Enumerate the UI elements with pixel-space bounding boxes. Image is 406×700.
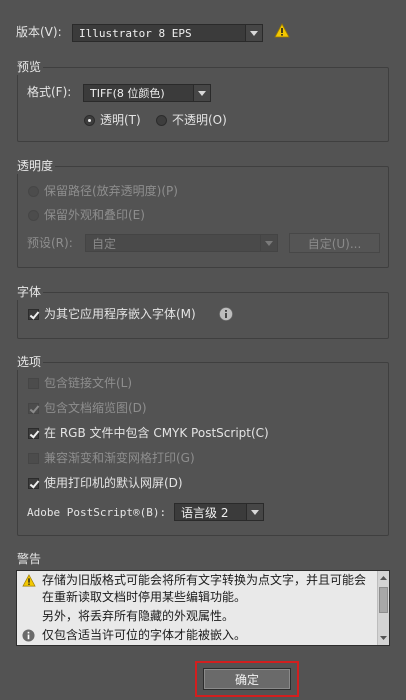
preserve-appearance-radio[interactable]: [28, 210, 39, 221]
include-thumbnails-checkbox[interactable]: [28, 403, 39, 414]
preserve-appearance-label[interactable]: 保留外观和叠印(E): [44, 207, 145, 223]
warning-line: 仅包含适当许可位的字体才能被嵌入。: [42, 628, 247, 642]
include-cmyk-label[interactable]: 在 RGB 文件中包含 CMYK PostScript(C): [44, 425, 269, 441]
embed-fonts-checkbox[interactable]: [28, 309, 39, 320]
warnings-box: 存储为旧版格式可能会将所有文字转换为点文字，并且可能会 在重新读取文档时停用某些…: [16, 570, 390, 646]
preset-label: 预设(R):: [27, 236, 73, 250]
scrollbar-thumb[interactable]: [379, 587, 388, 613]
opaque-radio[interactable]: [156, 115, 167, 126]
warning-triangle-icon: [22, 574, 36, 587]
chevron-down-icon: [245, 25, 262, 41]
preset-select-value: 自定: [92, 236, 117, 251]
preset-select[interactable]: 自定: [85, 234, 278, 252]
custom-button[interactable]: 自定(U)...: [289, 233, 380, 253]
postscript-select-value: 语言级 2: [181, 505, 229, 520]
preserve-paths-label[interactable]: 保留路径(放弃透明度)(P): [44, 183, 178, 199]
format-select[interactable]: TIFF(8 位颜色): [83, 84, 211, 102]
ok-button[interactable]: 确定: [203, 668, 291, 690]
format-select-value: TIFF(8 位颜色): [90, 87, 165, 100]
warning-line: 存储为旧版格式可能会将所有文字转换为点文字，并且可能会: [42, 573, 367, 587]
embed-fonts-label[interactable]: 为其它应用程序嵌入字体(M): [44, 306, 196, 322]
options-group-title: 选项: [17, 354, 44, 370]
chevron-down-icon: [260, 235, 277, 251]
warning-triangle-icon: [274, 23, 290, 38]
opaque-label[interactable]: 不透明(O): [172, 112, 227, 128]
info-icon: [22, 629, 35, 642]
transparent-radio[interactable]: [84, 115, 95, 126]
transparency-group-title: 透明度: [17, 158, 56, 174]
postscript-label: Adobe PostScript®(B):: [27, 506, 167, 519]
chevron-down-icon: [246, 504, 263, 520]
warnings-title: 警告: [17, 552, 42, 566]
format-label: 格式(F):: [27, 85, 72, 99]
warnings-scrollbar[interactable]: [377, 571, 389, 645]
warning-line: 另外，将丢弃所有隐藏的外观属性。: [42, 609, 235, 623]
version-select-value: Illustrator 8 EPS: [79, 26, 192, 40]
info-icon: [219, 307, 233, 321]
compatible-gradient-label[interactable]: 兼容渐变和渐变网格打印(G): [44, 450, 195, 466]
printer-screen-checkbox[interactable]: [28, 478, 39, 489]
include-linked-files-label[interactable]: 包含链接文件(L): [44, 375, 132, 391]
include-cmyk-checkbox[interactable]: [28, 428, 39, 439]
postscript-select[interactable]: 语言级 2: [174, 503, 264, 521]
compatible-gradient-checkbox[interactable]: [28, 453, 39, 464]
version-label: 版本(V):: [16, 25, 62, 39]
transparent-label[interactable]: 透明(T): [100, 112, 141, 128]
fonts-group-title: 字体: [17, 284, 44, 300]
preview-group: [17, 67, 389, 142]
preview-group-title: 预览: [17, 59, 44, 75]
include-thumbnails-label[interactable]: 包含文档缩览图(D): [44, 400, 147, 416]
scroll-down-icon[interactable]: [378, 632, 389, 644]
preserve-paths-radio[interactable]: [28, 186, 39, 197]
version-select[interactable]: Illustrator 8 EPS: [72, 24, 263, 42]
include-linked-files-checkbox[interactable]: [28, 378, 39, 389]
ok-button-highlight: 确定: [195, 661, 299, 697]
warning-line: 在重新读取文档时停用某些编辑功能。: [42, 590, 247, 604]
printer-screen-label[interactable]: 使用打印机的默认网屏(D): [44, 475, 183, 491]
chevron-down-icon: [193, 85, 210, 101]
scroll-up-icon[interactable]: [378, 572, 389, 584]
